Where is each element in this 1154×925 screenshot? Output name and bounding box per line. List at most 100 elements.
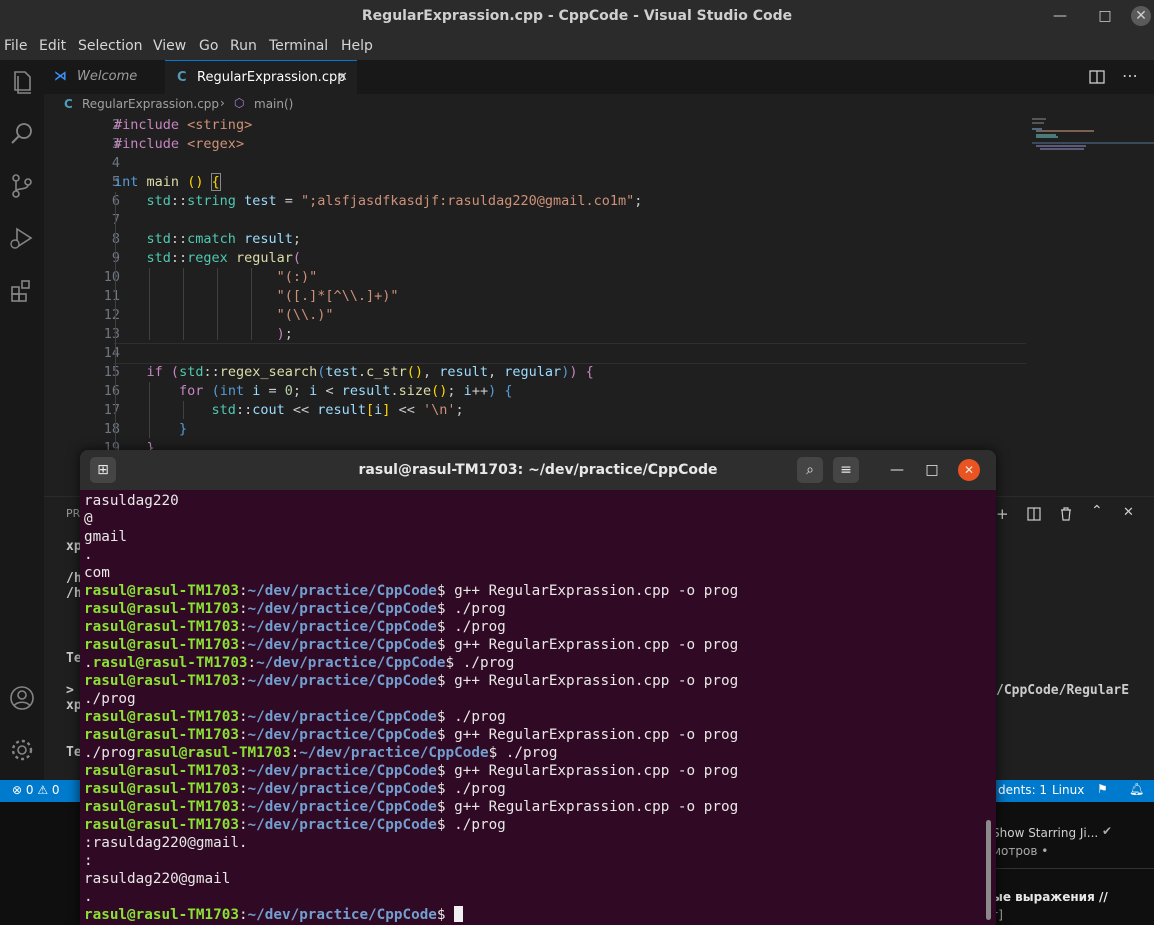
line-number: 15: [103, 364, 120, 380]
current-line-highlight: [114, 343, 1026, 364]
close-panel-icon[interactable]: ✕: [1123, 505, 1134, 520]
account-icon[interactable]: [8, 684, 36, 712]
breadcrumb-file[interactable]: RegularExprassion.cpp: [82, 97, 219, 111]
menu-terminal[interactable]: Terminal: [269, 38, 328, 54]
prompt-path: ~/dev/practice/CppCode: [247, 727, 437, 743]
code-line: std::cout << result[i] << '\n';: [211, 402, 464, 418]
method-cube-icon: ⬡: [234, 96, 245, 110]
prompt-path: ~/dev/practice/CppCode: [247, 799, 437, 815]
cpp-file-icon: C: [64, 97, 73, 111]
minimap[interactable]: [1032, 116, 1154, 156]
menu-run[interactable]: Run: [230, 38, 257, 54]
hamburger-menu-icon[interactable]: ≡: [833, 457, 859, 483]
line-number: 9: [44, 250, 120, 266]
run-debug-icon[interactable]: [8, 224, 36, 252]
prompt-user: rasul@rasul-TM1703: [84, 709, 239, 725]
code-line: }: [179, 421, 188, 437]
settings-gear-icon[interactable]: [8, 736, 36, 764]
terminal-output[interactable]: rasuldag220 @ gmail. com rasul@rasul-TM1703:…: [84, 492, 984, 924]
source-control-icon[interactable]: [8, 172, 36, 200]
editor-tabs: ⋊ Welcome C RegularExprassion.cpp ✕ ⋯: [44, 60, 1154, 95]
code-line: int main () {: [114, 173, 221, 191]
prompt-user: rasul@rasul-TM1703: [135, 745, 291, 761]
tab-welcome[interactable]: ⋊ Welcome: [44, 60, 164, 94]
video-title[interactable]: Show Starring Ji...: [992, 826, 1098, 840]
search-icon[interactable]: [8, 120, 36, 148]
terminal-window[interactable]: ⊞ rasul@rasul-TM1703: ~/dev/practice/Cpp…: [80, 450, 996, 925]
tab-regularexprassion[interactable]: C RegularExprassion.cpp ✕: [165, 60, 357, 95]
code-line: #include <string>: [114, 117, 253, 133]
trash-icon[interactable]: [1059, 506, 1073, 521]
minimize-icon[interactable]: —: [884, 457, 910, 483]
minimize-icon[interactable]: —: [1050, 6, 1070, 26]
terminal-command-line: rasul@rasul-TM1703:~/dev/practice/CppCod…: [84, 781, 506, 797]
maximize-icon[interactable]: □: [1095, 6, 1115, 26]
line-number: 12: [103, 307, 120, 323]
split-terminal-icon[interactable]: [1027, 507, 1041, 521]
prompt-path: ~/dev/practice/CppCode: [247, 709, 437, 725]
code-line: std::cmatch result;: [146, 231, 302, 247]
maximize-panel-icon[interactable]: ⌃: [1091, 503, 1103, 519]
terminal-output-line: rasuldag220: [84, 493, 179, 509]
prompt-path: ~/dev/practice/CppCode: [247, 583, 437, 599]
code-line: "(\\.)": [276, 307, 334, 323]
menu-bar: File Edit Selection View Go Run Terminal…: [0, 32, 1154, 60]
cpp-file-icon: C: [177, 70, 187, 85]
more-actions-icon[interactable]: ⋯: [1122, 66, 1138, 85]
line-number: 11: [103, 288, 120, 304]
prompt-user: rasul@rasul-TM1703: [84, 727, 239, 743]
maximize-icon[interactable]: □: [919, 457, 945, 483]
terminal-command-line: rasul@rasul-TM1703:~/dev/practice/CppCod…: [84, 673, 739, 689]
video-title[interactable]: ые выражения //: [992, 890, 1108, 904]
tab-regularexprassion-label: RegularExprassion.cpp: [197, 70, 346, 85]
line-number: 14: [103, 345, 120, 361]
terminal-command-line: ./prograsul@rasul-TM1703:~/dev/practice/…: [84, 745, 558, 761]
live-share-status[interactable]: dents: 1: [998, 783, 1047, 797]
close-icon[interactable]: ✕: [1131, 6, 1151, 26]
bell-icon[interactable]: 🔔︎: [1129, 782, 1144, 796]
prompt-user: rasul@rasul-TM1703: [84, 781, 239, 797]
panel-tab-problems[interactable]: PR: [66, 507, 80, 520]
breadcrumb-symbol[interactable]: main(): [254, 97, 293, 111]
prompt-path: ~/dev/practice/CppCode: [247, 781, 437, 797]
menu-file[interactable]: File: [4, 38, 27, 54]
search-icon[interactable]: ⌕: [797, 457, 823, 483]
prompt-user: rasul@rasul-TM1703: [84, 673, 239, 689]
line-number: 3: [111, 136, 120, 152]
line-number: 4: [111, 155, 120, 171]
problems-status[interactable]: ⊗ 0 ⚠ 0: [12, 783, 60, 797]
feedback-icon[interactable]: ⚑: [1097, 782, 1108, 796]
code-line: std::string test = ";alsfjasdfkasdjf:ras…: [146, 193, 643, 209]
code-editor[interactable]: 23456789101112131415161718192 #include <…: [44, 116, 1154, 496]
code-line: "([.]*[^\\.]+)": [276, 288, 399, 304]
split-editor-icon[interactable]: [1089, 69, 1105, 85]
activity-bar: [0, 60, 44, 780]
tab-close-icon[interactable]: ✕: [337, 61, 348, 95]
prompt-user: rasul@rasul-TM1703: [84, 619, 239, 635]
menu-edit[interactable]: Edit: [39, 38, 66, 54]
code-line: for (int i = 0; i < result.size(); i++) …: [179, 383, 513, 399]
explorer-icon[interactable]: [8, 68, 36, 96]
terminal-scrollbar[interactable]: [986, 820, 991, 920]
tab-welcome-label: Welcome: [77, 69, 138, 84]
prompt-user: rasul@rasul-TM1703: [84, 637, 239, 653]
prompt-user: rasul@rasul-TM1703: [84, 583, 239, 599]
terminal-command-line: rasul@rasul-TM1703:~/dev/practice/CppCod…: [84, 727, 739, 743]
menu-help[interactable]: Help: [341, 38, 373, 54]
video-meta: мотров •: [992, 844, 1049, 858]
code-line: if (std::regex_search(test.c_str(), resu…: [146, 364, 594, 380]
add-terminal-icon[interactable]: +: [996, 505, 1009, 523]
os-status[interactable]: Linux: [1052, 783, 1084, 797]
prompt-user: rasul@rasul-TM1703: [92, 655, 248, 671]
menu-go[interactable]: Go: [199, 38, 218, 54]
menu-selection[interactable]: Selection: [78, 38, 143, 54]
line-number: 13: [103, 326, 120, 342]
terminal-command-line: rasul@rasul-TM1703:~/dev/practice/CppCod…: [84, 763, 739, 779]
divider: [980, 868, 1154, 869]
menu-view[interactable]: View: [153, 38, 186, 54]
prompt-path: ~/dev/practice/CppCode: [247, 817, 437, 833]
close-icon[interactable]: ✕: [958, 459, 980, 481]
line-number: 6: [44, 193, 120, 209]
prompt-path: ~/dev/practice/CppCode: [256, 655, 446, 671]
extensions-icon[interactable]: [8, 276, 36, 304]
